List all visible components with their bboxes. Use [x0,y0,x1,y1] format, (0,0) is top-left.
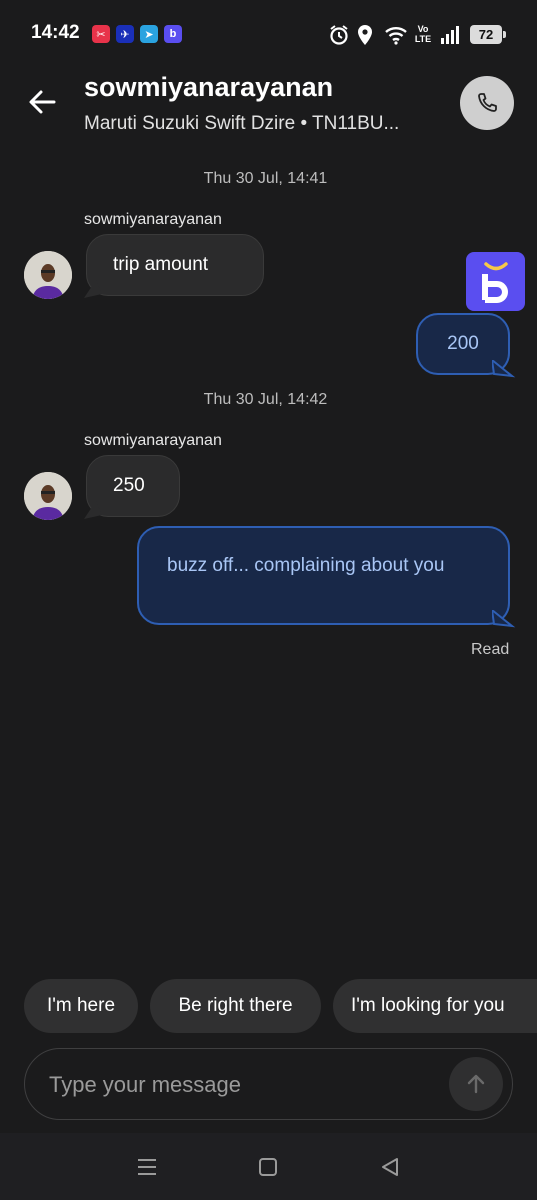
bubble-tail [84,280,102,298]
ride-app-icon: b [164,25,182,43]
vehicle-info: Maruti Suzuki Swift Dzire • TN11BU... [84,113,400,134]
outgoing-message: buzz off... complaining about you [137,526,510,625]
message-text: trip amount [113,254,209,275]
scissors-app-icon: ✂ [92,25,110,43]
message-text: 250 [113,475,145,496]
message-input[interactable] [49,1067,429,1103]
back-arrow-icon [29,90,56,114]
back-button[interactable] [24,84,60,120]
avatar[interactable] [24,251,72,299]
battery-icon: 72 [470,25,506,44]
plane-app-icon: ✈ [116,25,134,43]
date-separator: Thu 30 Jul, 14:42 [203,391,328,408]
incoming-message: trip amount [86,234,264,296]
bubble-tail [84,501,102,519]
triangle-back-icon [382,1158,398,1176]
call-button[interactable] [460,76,514,130]
phone-icon [478,93,497,112]
quick-reply-im-here[interactable]: I'm here [24,979,138,1033]
bubble-tail [492,360,516,378]
avatar[interactable] [24,472,72,520]
arrow-up-icon [467,1074,485,1094]
contact-name: sowmiyanarayanan [84,72,334,102]
status-time: 14:42 [31,22,80,43]
sender-name: sowmiyanarayanan [84,432,222,449]
home-square-icon [259,1158,277,1176]
brand-logo-icon [466,252,525,311]
recents-menu-button[interactable] [136,1156,158,1183]
alarm-icon [328,22,350,48]
send-button[interactable] [449,1057,503,1111]
quick-reply-be-right-there[interactable]: Be right there [150,979,321,1033]
bubble-tail [492,610,516,628]
message-text: 200 [447,333,479,354]
read-receipt: Read [471,641,510,658]
message-text: buzz off... complaining about you [167,555,445,576]
sender-name: sowmiyanarayanan [84,211,222,228]
network-label: Vo LTE [414,24,432,44]
location-icon [356,22,374,48]
date-separator: Thu 30 Jul, 14:41 [203,170,328,187]
message-composer [24,1048,513,1120]
signal-icon [440,22,462,48]
driver-photo [24,472,72,520]
menu-icon [138,1159,156,1175]
back-nav-button[interactable] [380,1157,400,1182]
home-button[interactable] [258,1157,278,1182]
quick-reply-looking-for-you[interactable]: I'm looking for you [333,979,537,1033]
telegram-icon: ➤ [140,25,158,43]
wifi-icon [384,22,408,48]
driver-photo [24,251,72,299]
